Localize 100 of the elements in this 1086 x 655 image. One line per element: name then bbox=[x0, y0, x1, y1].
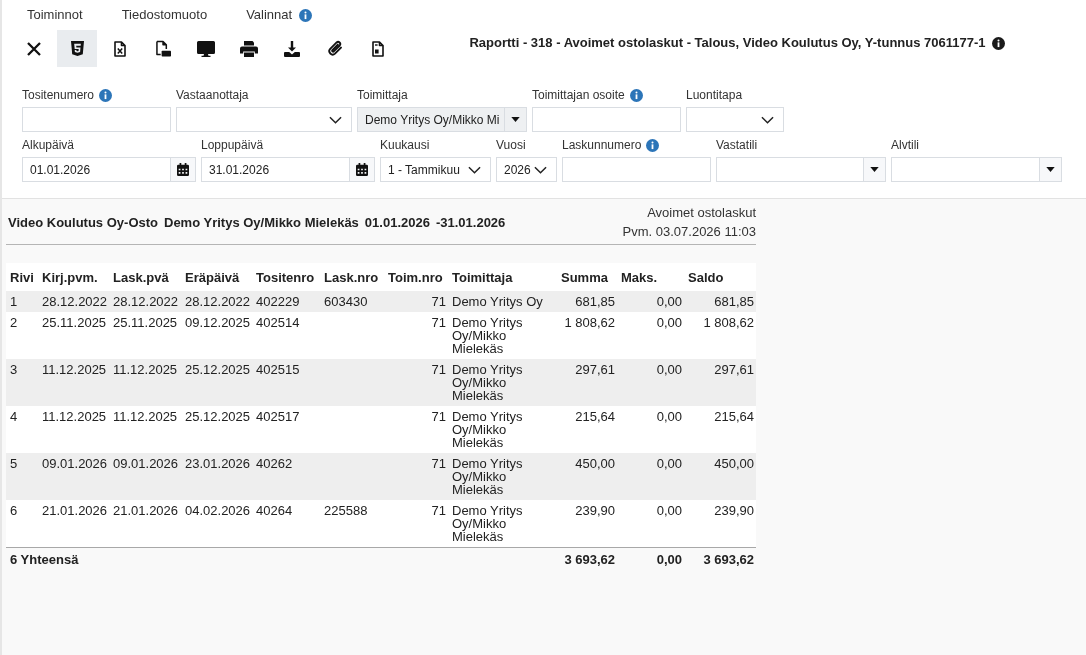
table-cell: 28.12.2022 bbox=[185, 294, 251, 309]
table-cell: 1 bbox=[10, 294, 18, 309]
input-field[interactable] bbox=[562, 157, 711, 182]
caret-down-icon bbox=[1046, 167, 1055, 172]
close-icon bbox=[27, 41, 41, 56]
monitor-icon bbox=[197, 40, 215, 57]
table-cell: 25.12.2025 bbox=[185, 409, 251, 424]
printer-icon bbox=[240, 40, 258, 57]
dropdown-field[interactable]: 1 - Tammikuu bbox=[380, 157, 491, 182]
table-cell: 71 bbox=[431, 294, 446, 309]
table-cell: 11.12.2025 bbox=[42, 409, 107, 424]
column-header: Toim.nro bbox=[384, 263, 448, 291]
field-label: Laskunnumero bbox=[562, 138, 642, 152]
combo-field[interactable] bbox=[891, 157, 1062, 182]
field-label: Vastaanottaja bbox=[176, 88, 249, 102]
input-field[interactable] bbox=[532, 107, 681, 132]
column-header: Toimittaja bbox=[448, 263, 557, 291]
field-label: Toimittajan osoite bbox=[532, 88, 625, 102]
table-cell: 0,00 bbox=[656, 503, 682, 518]
total-label: 6 Yhteensä bbox=[10, 552, 79, 567]
document-icon bbox=[372, 40, 384, 57]
table-cell: Demo Yritys Oy/Mikko Mielekäs bbox=[452, 456, 523, 497]
table-cell: Demo Yritys Oy/Mikko Mielekäs bbox=[452, 362, 523, 403]
calendar-button[interactable] bbox=[349, 158, 374, 181]
calendar-icon bbox=[177, 163, 189, 176]
column-header: Tositenro bbox=[252, 263, 320, 291]
combo-field[interactable]: Demo Yritys Oy/Mikko Mi bbox=[357, 107, 527, 132]
column-header: Kirj.pvm. bbox=[38, 263, 109, 291]
table-cell: 215,64 bbox=[575, 409, 615, 424]
table-cell: 0,00 bbox=[656, 456, 682, 471]
download-icon bbox=[284, 40, 300, 57]
date-field[interactable]: 01.01.2026 bbox=[22, 157, 196, 182]
html-export-button[interactable] bbox=[57, 30, 97, 67]
table-cell: 239,90 bbox=[714, 503, 754, 518]
table-cell: 11.12.2025 bbox=[42, 362, 107, 377]
table-cell: 04.02.2026 bbox=[185, 503, 251, 518]
caret-down-icon bbox=[511, 117, 520, 122]
table-cell: 402517 bbox=[256, 409, 300, 424]
dropdown-field[interactable] bbox=[176, 107, 352, 132]
dropdown-field[interactable]: 2026 bbox=[496, 157, 557, 182]
table-cell: Demo Yritys Oy/Mikko Mielekäs bbox=[452, 315, 523, 356]
table-cell: 1 808,62 bbox=[703, 315, 754, 330]
table-cell: 71 bbox=[431, 456, 446, 471]
field-label: Vuosi bbox=[496, 138, 526, 152]
caret-down-icon bbox=[870, 167, 879, 172]
field-label: Loppupäivä bbox=[201, 138, 264, 152]
table-cell: 11.12.2025 bbox=[113, 362, 178, 377]
table-cell: 402514 bbox=[256, 315, 300, 330]
table-cell: 11.12.2025 bbox=[113, 409, 178, 424]
table-cell: 6 bbox=[10, 503, 18, 518]
table-cell: 1 808,62 bbox=[564, 315, 615, 330]
field-label: Toimittaja bbox=[357, 88, 408, 102]
table-cell: 3 bbox=[10, 362, 18, 377]
total-cell: 3 693,62 bbox=[564, 552, 615, 567]
field-label: Kuukausi bbox=[380, 138, 430, 152]
calendar-icon bbox=[356, 163, 368, 176]
field-label: Alvtili bbox=[891, 138, 919, 152]
table-cell: 681,85 bbox=[714, 294, 754, 309]
date-field[interactable]: 31.01.2026 bbox=[201, 157, 375, 182]
calendar-button[interactable] bbox=[170, 158, 195, 181]
file-badge-icon bbox=[155, 40, 171, 57]
table-cell: 71 bbox=[431, 315, 446, 330]
column-header: Lask.nro bbox=[320, 263, 384, 291]
table-cell: Demo Yritys Oy/Mikko Mielekäs bbox=[452, 503, 523, 544]
table-cell: 681,85 bbox=[575, 294, 615, 309]
field-label: Tositenumero bbox=[22, 88, 95, 102]
input-field[interactable] bbox=[22, 107, 171, 132]
combo-field[interactable] bbox=[716, 157, 886, 182]
table-cell: 0,00 bbox=[656, 315, 682, 330]
table-cell: 450,00 bbox=[575, 456, 615, 471]
table-cell: 25.12.2025 bbox=[185, 362, 251, 377]
chevron-down-icon bbox=[468, 165, 481, 174]
column-header: Eräpäivä bbox=[181, 263, 252, 291]
report-name: Avoimet ostolaskut bbox=[647, 204, 756, 222]
table-cell: 71 bbox=[431, 409, 446, 424]
dropdown-button[interactable] bbox=[1039, 158, 1061, 181]
report-title: Raportti - 318 - Avoimet ostolaskut - Talous, Video Koulutus Oy, Y-tunnus 7061177-1 bbox=[469, 36, 986, 50]
report-supplier: Demo Yritys Oy/Mikko Mielekäs bbox=[164, 214, 359, 230]
table-cell: 25.11.2025 bbox=[113, 315, 178, 330]
table-cell: Demo Yritys Oy bbox=[452, 294, 543, 309]
report-start-date: 01.01.2026 bbox=[364, 214, 430, 230]
dropdown-button[interactable] bbox=[863, 158, 885, 181]
table-cell: 09.01.2026 bbox=[42, 456, 108, 471]
table-cell: 450,00 bbox=[714, 456, 754, 471]
table-cell: 40262 bbox=[256, 456, 293, 471]
table-cell: 2 bbox=[10, 315, 18, 330]
report-end-date: -31.01.2026 bbox=[435, 214, 506, 230]
menu-item[interactable]: Toiminnot bbox=[27, 6, 83, 24]
menu-item[interactable]: Valinnat bbox=[246, 6, 293, 24]
table-cell: 603430 bbox=[324, 294, 368, 309]
dropdown-field[interactable] bbox=[686, 107, 784, 132]
table-cell: 402515 bbox=[256, 362, 300, 377]
table-cell: 09.12.2025 bbox=[185, 315, 251, 330]
menu-item[interactable]: Tiedostomuoto bbox=[121, 6, 208, 24]
column-header: Maks. bbox=[617, 263, 684, 291]
chevron-down-icon bbox=[329, 115, 342, 124]
column-header: Lask.pvä bbox=[109, 263, 181, 291]
chevron-down-icon bbox=[761, 115, 774, 124]
column-header: Summa bbox=[557, 263, 617, 291]
table-cell: 21.01.2026 bbox=[113, 503, 179, 518]
